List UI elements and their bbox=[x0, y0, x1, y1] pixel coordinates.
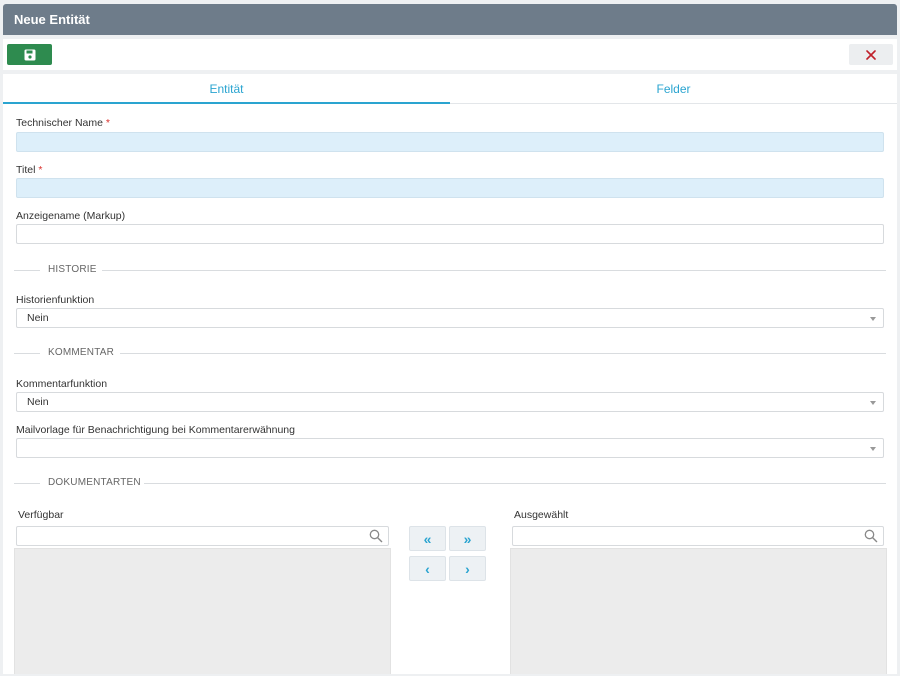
history-function-value: Nein bbox=[27, 312, 49, 324]
required-marker: * bbox=[38, 164, 43, 176]
comment-function-label: Kommentarfunktion bbox=[16, 378, 108, 390]
selected-list[interactable] bbox=[510, 548, 887, 674]
mail-template-select[interactable] bbox=[16, 438, 884, 458]
available-list[interactable] bbox=[14, 548, 391, 674]
chevron-down-icon bbox=[870, 447, 876, 451]
technical-name-input[interactable] bbox=[16, 132, 884, 152]
required-marker: * bbox=[105, 117, 110, 129]
search-icon bbox=[369, 529, 383, 543]
selected-search-input[interactable] bbox=[512, 526, 884, 546]
window-title: Neue Entität bbox=[14, 12, 90, 27]
chevron-down-icon bbox=[870, 401, 876, 405]
section-divider-comment: KOMMENTAR bbox=[14, 347, 886, 359]
section-title-comment: KOMMENTAR bbox=[48, 347, 115, 358]
history-function-select[interactable]: Nein bbox=[16, 308, 884, 328]
section-title-document-types: DOKUMENTARTEN bbox=[48, 477, 141, 488]
comment-function-select[interactable]: Nein bbox=[16, 392, 884, 412]
selected-label: Ausgewählt bbox=[514, 509, 569, 521]
technical-name-label-text: Technischer Name bbox=[16, 117, 103, 129]
section-title-history: HISTORIE bbox=[48, 264, 97, 275]
comment-function-value: Nein bbox=[27, 396, 49, 408]
available-search-input[interactable] bbox=[16, 526, 389, 546]
toolbar bbox=[3, 39, 897, 70]
close-button[interactable] bbox=[849, 44, 893, 65]
close-x-icon bbox=[866, 49, 876, 60]
available-label: Verfügbar bbox=[18, 509, 64, 521]
double-chevron-right-icon: » bbox=[463, 530, 472, 547]
window-title-bar: Neue Entität bbox=[3, 4, 897, 35]
chevron-left-icon: ‹ bbox=[425, 560, 430, 577]
floppy-disk-icon bbox=[24, 49, 35, 60]
form-panel: Entität Felder Technischer Name * Titel … bbox=[3, 74, 897, 674]
display-name-input[interactable] bbox=[16, 224, 884, 244]
chevron-right-icon: › bbox=[465, 560, 470, 577]
technical-name-label: Technischer Name * bbox=[16, 117, 110, 129]
chevron-down-icon bbox=[870, 317, 876, 321]
title-label-text: Titel bbox=[16, 164, 36, 176]
move-one-left-button[interactable]: ‹ bbox=[409, 556, 446, 581]
display-name-label: Anzeigename (Markup) bbox=[16, 210, 126, 222]
tab-bar: Entität Felder bbox=[3, 74, 897, 104]
move-all-right-button[interactable]: » bbox=[449, 526, 486, 551]
title-label: Titel * bbox=[16, 164, 42, 176]
section-divider-document-types: DOKUMENTARTEN bbox=[14, 477, 886, 489]
tab-fields[interactable]: Felder bbox=[450, 74, 897, 104]
save-button[interactable] bbox=[7, 44, 52, 65]
move-all-left-button[interactable]: « bbox=[409, 526, 446, 551]
double-chevron-left-icon: « bbox=[423, 530, 432, 547]
title-input[interactable] bbox=[16, 178, 884, 198]
search-icon bbox=[864, 529, 878, 543]
section-divider-history: HISTORIE bbox=[14, 264, 886, 276]
move-one-right-button[interactable]: › bbox=[449, 556, 486, 581]
mail-template-label: Mailvorlage für Benachrichtigung bei Kom… bbox=[16, 424, 295, 436]
history-function-label: Historienfunktion bbox=[16, 294, 95, 306]
tab-entity[interactable]: Entität bbox=[3, 74, 450, 104]
